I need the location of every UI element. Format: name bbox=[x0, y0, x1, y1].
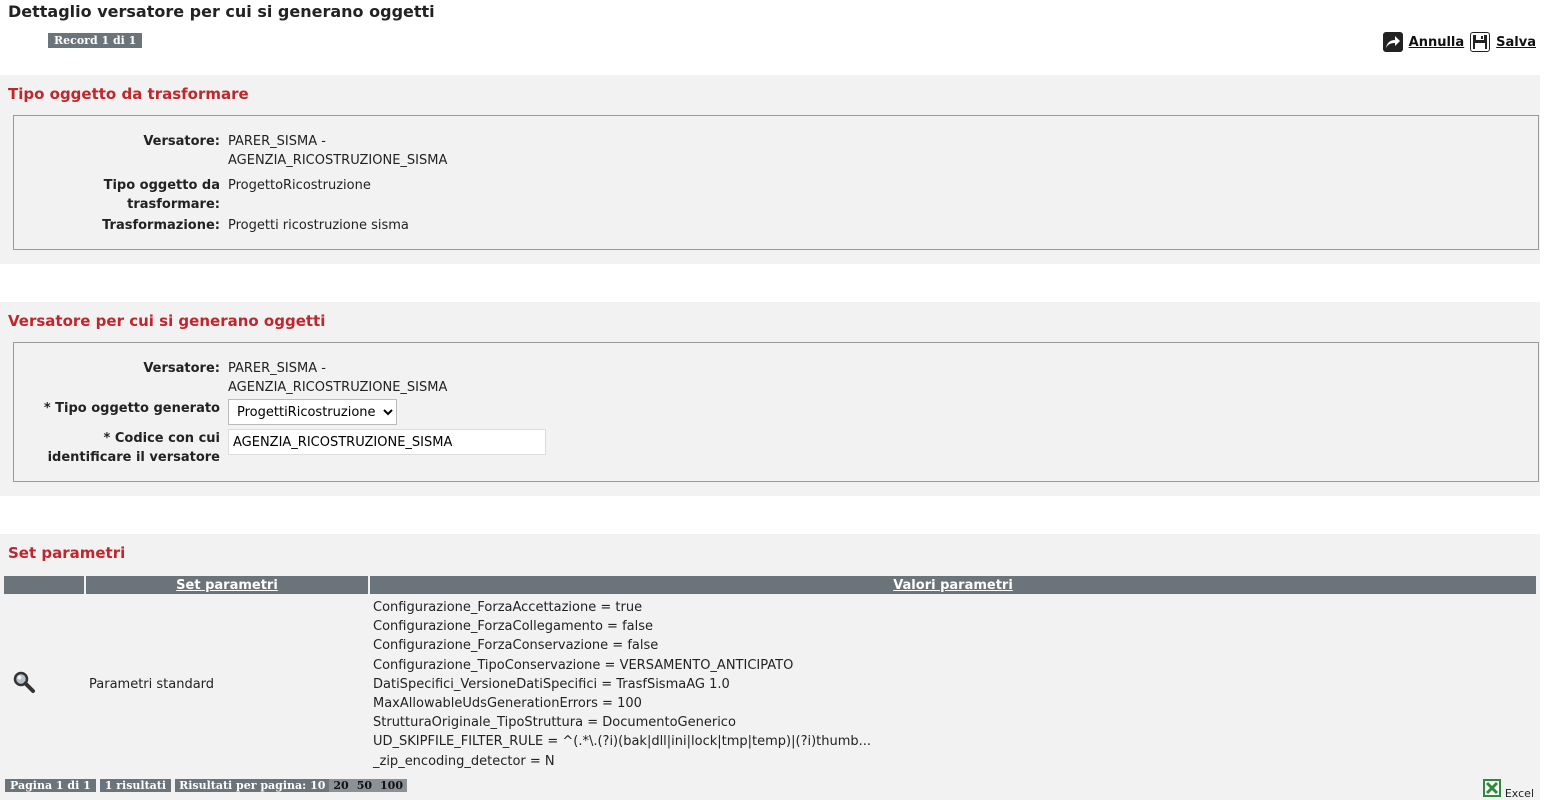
codice-versatore-label: * Codice con cui identificare il versato… bbox=[47, 431, 220, 465]
column-header-actions bbox=[4, 576, 84, 594]
save-link[interactable]: Salva bbox=[1496, 35, 1536, 50]
section-versatore-generato: Versatore per cui si generano oggetti Ve… bbox=[0, 302, 1540, 496]
versatore-value: PARER_SISMA - AGENZIA_RICOSTRUZIONE_SISM… bbox=[228, 134, 448, 168]
param-value: StrutturaOriginale_TipoStruttura = Docum… bbox=[373, 715, 736, 731]
page-size-option[interactable]: 20 bbox=[329, 779, 353, 792]
param-value: MaxAllowableUdsGenerationErrors = 100 bbox=[373, 696, 642, 712]
section-title: Set parametri bbox=[8, 544, 126, 562]
page-size-current[interactable]: Risultati per pagina: 10 bbox=[175, 779, 330, 792]
param-value: Configurazione_TipoConservazione = VERSA… bbox=[373, 657, 794, 673]
excel-export-button[interactable]: Excel bbox=[1482, 779, 1534, 800]
table-row: Parametri standard Configurazione_ForzaA… bbox=[4, 596, 1536, 773]
versatore-value: PARER_SISMA - AGENZIA_RICOSTRUZIONE_SISM… bbox=[228, 361, 448, 395]
magnifier-icon[interactable] bbox=[12, 670, 36, 698]
section-tipo-oggetto: Tipo oggetto da trasformare Versatore: P… bbox=[0, 75, 1540, 264]
param-value: _zip_encoding_detector = N bbox=[373, 753, 555, 769]
detail-cell[interactable] bbox=[4, 596, 84, 773]
tipo-oggetto-generato-select[interactable]: ProgettiRicostruzione bbox=[228, 399, 397, 425]
fieldset-versatore-generato: Versatore: PARER_SISMA - AGENZIA_RICOSTR… bbox=[13, 342, 1539, 482]
page-size-option[interactable]: 50 bbox=[352, 779, 377, 792]
results-count: 1 risultati bbox=[99, 779, 172, 792]
tipo-oggetto-label: Tipo oggetto da trasformare: bbox=[103, 178, 220, 212]
param-value: DatiSpecifici_VersioneDatiSpecifici = Tr… bbox=[373, 676, 730, 692]
param-value: Configurazione_ForzaAccettazione = true bbox=[373, 600, 643, 615]
pagination-bar: Pagina 1 di 1 1 risultati Risultati per … bbox=[5, 779, 407, 792]
param-value: UD_SKIPFILE_FILTER_RULE = ^(.*\.(?i)(bak… bbox=[373, 734, 872, 750]
fieldset-tipo-oggetto: Versatore: PARER_SISMA - AGENZIA_RICOSTR… bbox=[13, 115, 1539, 250]
section-title: Tipo oggetto da trasformare bbox=[8, 85, 249, 103]
trasformazione-label: Trasformazione: bbox=[102, 218, 220, 233]
page-title: Dettaglio versatore per cui si generano … bbox=[8, 2, 435, 21]
param-value: Configurazione_ForzaCollegamento = false bbox=[373, 619, 653, 635]
column-header-valori-parametri[interactable]: Valori parametri bbox=[370, 576, 1536, 594]
excel-label: Excel bbox=[1504, 787, 1534, 800]
cancel-link[interactable]: Annulla bbox=[1409, 35, 1465, 50]
column-header-set-parametri[interactable]: Set parametri bbox=[86, 576, 368, 594]
tipo-oggetto-value: ProgettoRicostruzione bbox=[228, 178, 371, 193]
param-values-cell: Configurazione_ForzaAccettazione = true … bbox=[370, 596, 1536, 773]
codice-versatore-input[interactable] bbox=[228, 429, 546, 455]
trasformazione-value: Progetti ricostruzione sisma bbox=[228, 218, 409, 233]
excel-icon[interactable] bbox=[1482, 779, 1501, 800]
versatore-label: Versatore: bbox=[143, 134, 220, 149]
floppy-disk-icon[interactable] bbox=[1470, 32, 1491, 52]
section-title: Versatore per cui si generano oggetti bbox=[8, 312, 326, 330]
tipo-oggetto-generato-label: * Tipo oggetto generato bbox=[43, 401, 220, 416]
set-name-cell: Parametri standard bbox=[86, 596, 368, 773]
share-arrow-icon[interactable] bbox=[1382, 32, 1403, 52]
versatore-label: Versatore: bbox=[143, 361, 220, 376]
page-size-option[interactable]: 100 bbox=[376, 779, 407, 792]
page-size-selector: Risultati per pagina: 10 20 50 100 bbox=[175, 779, 407, 792]
form-actions: Annulla Salva bbox=[1382, 32, 1536, 52]
page-indicator: Pagina 1 di 1 bbox=[5, 779, 96, 792]
set-parametri-table: Set parametri Valori parametri Parametri… bbox=[2, 574, 1538, 775]
param-value: Configurazione_ForzaConservazione = fals… bbox=[373, 638, 659, 654]
record-counter-badge: Record 1 di 1 bbox=[48, 33, 143, 48]
